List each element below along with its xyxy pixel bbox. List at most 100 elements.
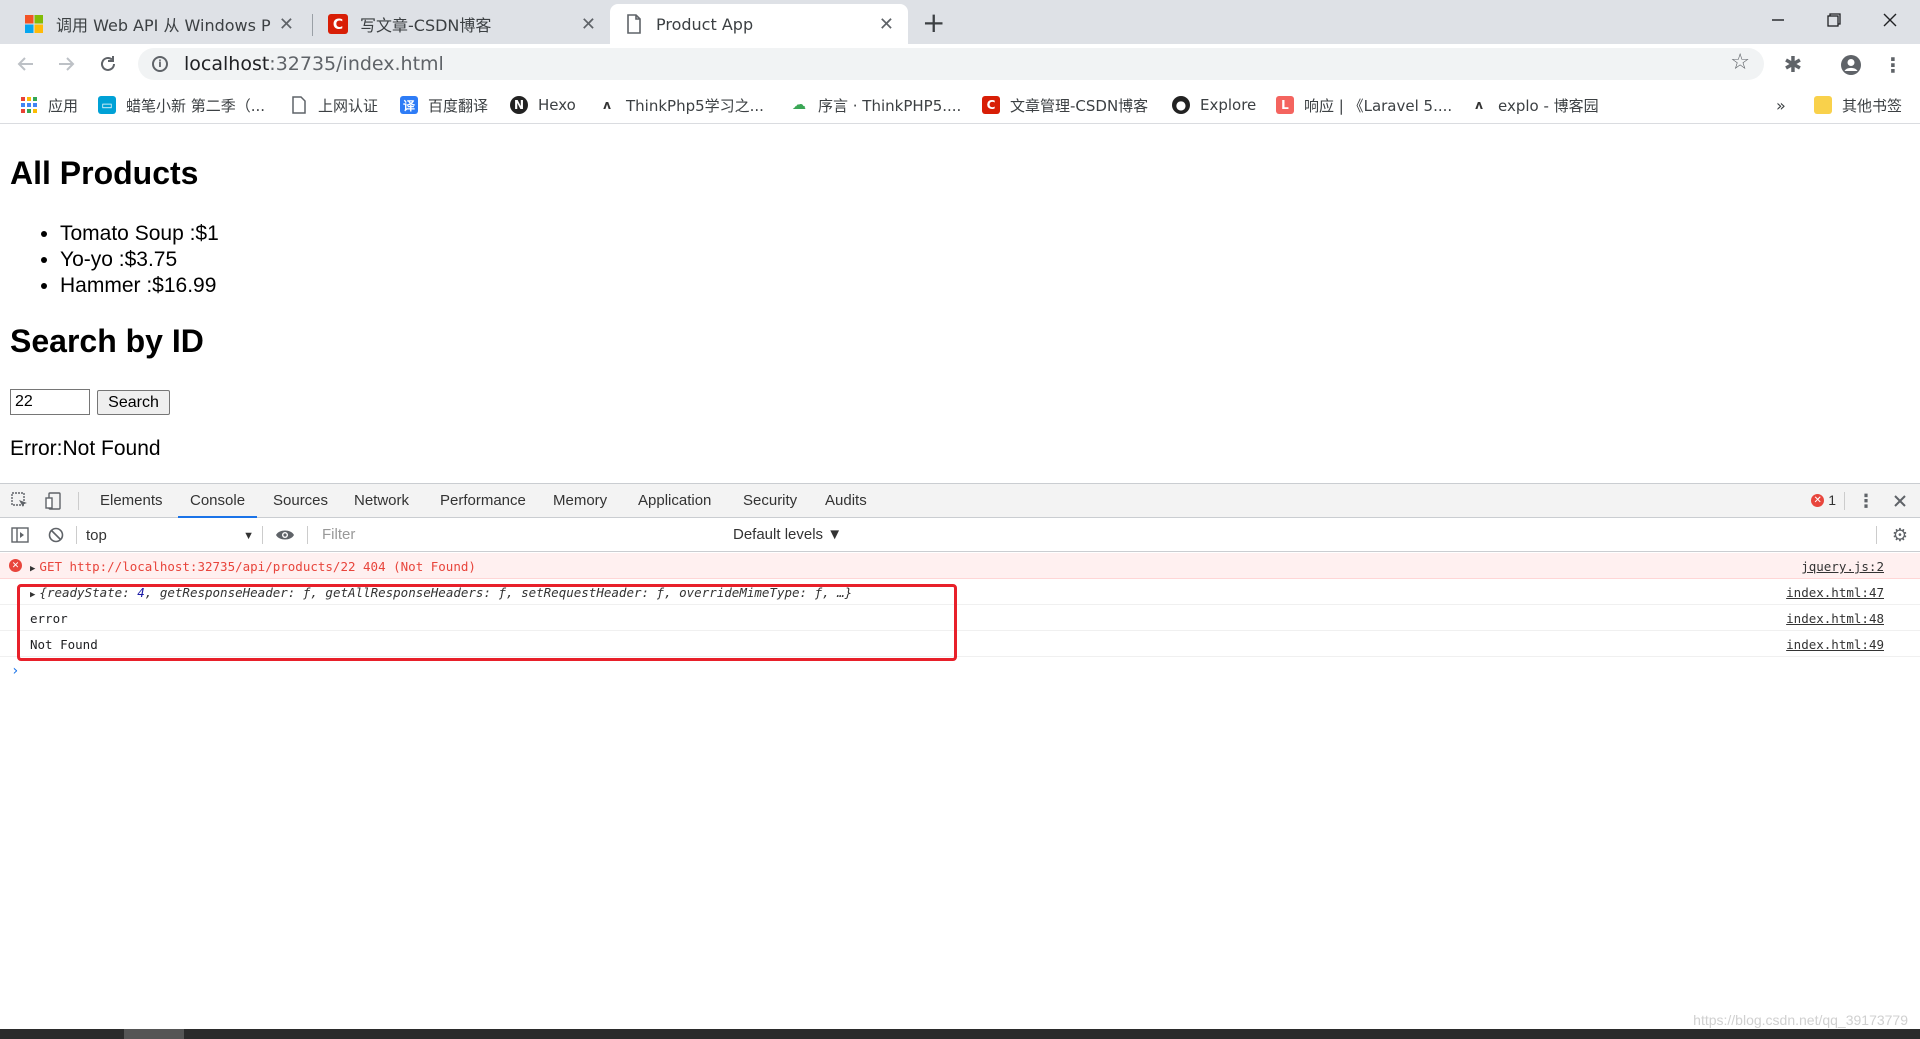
bookmark-label: ThinkPhp5学习之... <box>626 96 764 115</box>
show-sidebar-icon[interactable] <box>10 525 30 545</box>
bookmark-hexo[interactable]: N Hexo <box>510 94 576 116</box>
devtools-tab-network[interactable]: Network <box>354 484 409 518</box>
translate-icon: 译 <box>400 96 418 114</box>
tab-csdn-write[interactable]: C 写文章-CSDN博客 ✕ <box>314 4 610 44</box>
prompt-chevron-icon: › <box>11 663 20 679</box>
page-content: All Products Tomato Soup :$1 Yo-yo :$3.7… <box>0 125 1920 483</box>
console-settings-gear-icon[interactable]: ⚙ <box>1890 525 1910 545</box>
bookmark-label: 序言 · ThinkPHP5.... <box>818 96 962 115</box>
close-devtools-icon[interactable] <box>1890 491 1910 511</box>
extension-gear-icon[interactable]: ✱ <box>1780 52 1806 78</box>
execution-context-select[interactable]: top ▼ <box>86 526 254 546</box>
error-icon: ✕ <box>1811 493 1825 507</box>
devtools-tab-sources[interactable]: Sources <box>273 484 328 518</box>
bookmark-label: 其他书签 <box>1842 96 1903 115</box>
new-tab-button[interactable]: + <box>922 6 945 39</box>
info-icon[interactable]: i <box>152 56 168 72</box>
bookmark-thinkphp-learn[interactable]: ᴧ ThinkPhp5学习之... <box>598 94 764 116</box>
clear-console-icon[interactable] <box>46 525 66 545</box>
search-button[interactable]: Search <box>97 390 170 415</box>
bookmark-net-auth[interactable]: 上网认证 <box>290 94 378 116</box>
heading-all-products: All Products <box>10 155 199 191</box>
devtools-tab-application[interactable]: Application <box>638 484 711 518</box>
source-link[interactable]: index.html:48 <box>1786 611 1884 626</box>
source-link[interactable]: index.html:49 <box>1786 637 1884 652</box>
taskbar-segment <box>124 1029 184 1039</box>
bookmark-label: 百度翻译 <box>428 96 489 115</box>
bookmark-cnblogs[interactable]: ᴧ explo - 博客园 <box>1470 94 1599 116</box>
bookmark-label: 响应 | 《Laravel 5.... <box>1304 96 1453 115</box>
product-item: Hammer :$16.99 <box>60 273 219 299</box>
apps-grid-icon <box>20 96 38 114</box>
bookmark-thinkphp-preface[interactable]: ☁ 序言 · ThinkPHP5.... <box>790 94 961 116</box>
devtools-tab-console[interactable]: Console <box>178 484 258 518</box>
bookmark-label: explo - 博客园 <box>1498 96 1599 115</box>
close-icon[interactable]: ✕ <box>279 14 294 35</box>
console-error-row[interactable]: ✕ ▶ GET http://localhost:32735/api/produc… <box>0 553 1920 579</box>
product-id-input[interactable] <box>10 389 90 415</box>
heading-search-by-id: Search by ID <box>10 323 204 359</box>
context-value: top <box>86 527 107 544</box>
product-item: Yo-yo :$3.75 <box>60 247 219 273</box>
star-icon[interactable]: ☆ <box>1730 50 1750 75</box>
tab-web-api[interactable]: 调用 Web API 从 Windows Phone ✕ <box>10 4 308 44</box>
other-bookmarks-folder[interactable]: 其他书签 <box>1814 94 1902 116</box>
windows-logo-icon <box>24 14 44 34</box>
address-bar[interactable]: i localhost:32735/index.html ☆ <box>138 48 1764 80</box>
expand-triangle-icon[interactable]: ▶ <box>30 564 35 574</box>
devtools-tab-performance[interactable]: Performance <box>440 484 526 518</box>
bookmark-laravel[interactable]: L 响应 | 《Laravel 5.... <box>1276 94 1452 116</box>
close-window-button[interactable] <box>1862 0 1918 40</box>
bookmark-crayon[interactable]: ▭ 蜡笔小新 第二季（... <box>98 94 265 116</box>
source-link[interactable]: jquery.js:2 <box>1801 559 1884 574</box>
product-list: Tomato Soup :$1 Yo-yo :$3.75 Hammer :$16… <box>60 221 219 299</box>
annotation-highlight-box <box>17 584 957 661</box>
restore-button[interactable] <box>1806 0 1862 40</box>
page-icon <box>624 14 644 34</box>
devtools-menu-icon[interactable]: ⋮ <box>1856 491 1876 511</box>
bookmark-label: Explore <box>1200 96 1257 114</box>
eye-icon[interactable] <box>275 525 295 545</box>
tab-product-app[interactable]: Product App ✕ <box>610 4 908 44</box>
minimize-button[interactable] <box>1750 0 1806 40</box>
source-link[interactable]: index.html:47 <box>1786 585 1884 600</box>
profile-icon[interactable] <box>1838 52 1864 78</box>
bookmark-csdn-manage[interactable]: C 文章管理-CSDN博客 <box>982 94 1148 116</box>
back-button[interactable] <box>12 50 40 78</box>
bookmark-github-explore[interactable]: ● Explore <box>1172 94 1256 116</box>
close-icon[interactable]: ✕ <box>581 14 596 35</box>
error-counter[interactable]: ✕ 1 <box>1811 492 1836 508</box>
svg-text:C: C <box>333 17 343 33</box>
devtools-tab-bar: Elements Console Sources Network Perform… <box>0 484 1920 518</box>
bookmark-baidu-translate[interactable]: 译 百度翻译 <box>400 94 488 116</box>
watermark: https://blog.csdn.net/qq_39173779 <box>1693 1012 1908 1028</box>
devtools-tab-audits[interactable]: Audits <box>825 484 867 518</box>
csdn-c-icon: C <box>328 14 348 34</box>
tab-separator <box>312 14 313 36</box>
divider <box>307 526 308 544</box>
console-toolbar: top ▼ Filter Default levels ▼ ⚙ <box>0 519 1920 552</box>
log-levels-dropdown[interactable]: Default levels ▼ <box>733 526 842 543</box>
url-host: localhost <box>184 53 270 75</box>
reload-button[interactable] <box>94 50 122 78</box>
tab-title: Product App <box>656 14 754 34</box>
close-icon[interactable]: ✕ <box>879 14 894 35</box>
more-bookmarks-button[interactable]: » <box>1776 94 1786 116</box>
bookmark-apps[interactable]: 应用 <box>20 94 78 116</box>
caret-down-icon: ▼ <box>243 530 254 542</box>
menu-kebab-icon[interactable]: ⋮ <box>1880 52 1906 78</box>
devtools-tab-memory[interactable]: Memory <box>553 484 607 518</box>
forward-button[interactable] <box>52 50 80 78</box>
tab-title: 调用 Web API 从 Windows Phone <box>56 16 271 35</box>
devtools-tab-security[interactable]: Security <box>743 484 797 518</box>
leaf-icon: ᴧ <box>603 98 611 112</box>
bookmark-label: 文章管理-CSDN博客 <box>1010 96 1149 115</box>
console-filter-input[interactable]: Filter <box>316 524 722 546</box>
inspect-element-icon[interactable] <box>10 491 30 511</box>
device-toolbar-icon[interactable] <box>44 491 64 511</box>
arrow-left-icon <box>17 57 33 71</box>
error-message: GET http://localhost:32735/api/products/… <box>39 559 476 574</box>
reload-icon <box>101 56 115 71</box>
cloud-icon: ☁ <box>792 97 806 113</box>
devtools-tab-elements[interactable]: Elements <box>100 484 163 518</box>
